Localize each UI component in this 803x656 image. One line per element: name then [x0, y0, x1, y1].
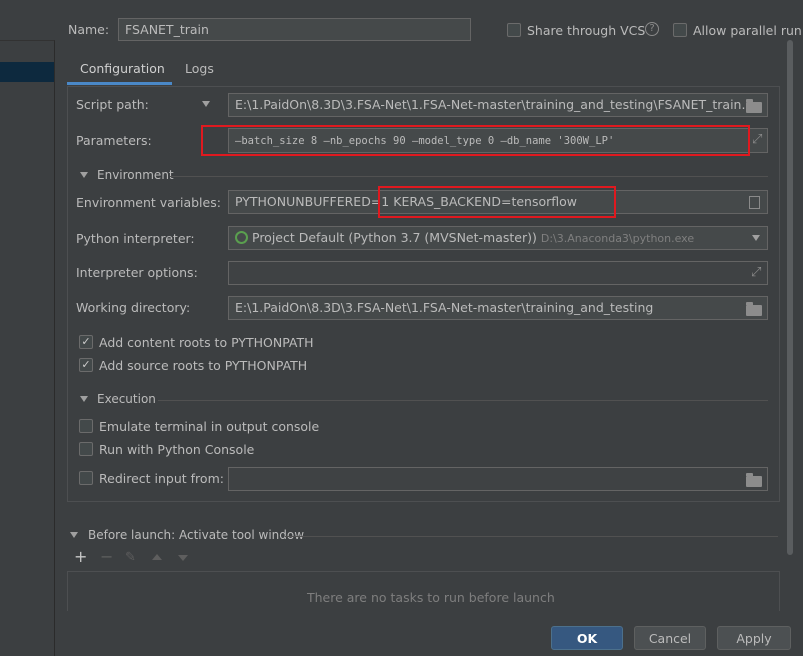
script-path-type-dropdown[interactable] — [202, 101, 210, 107]
apply-button[interactable]: Apply — [717, 626, 791, 650]
configurations-list[interactable] — [0, 40, 55, 656]
apply-button-label: Apply — [736, 630, 772, 646]
before-launch-title: Before launch: Activate tool window — [88, 528, 305, 542]
interpreter-dropdown-arrow[interactable] — [752, 235, 760, 241]
browse-folder-icon[interactable] — [746, 302, 762, 316]
tab-logs[interactable]: Logs — [176, 55, 226, 85]
browse-folder-icon[interactable] — [746, 99, 762, 113]
environment-collapse-toggle[interactable] — [80, 172, 88, 178]
tab-configuration-label: Configuration — [80, 61, 165, 76]
working-dir-label: Working directory: — [76, 300, 191, 315]
remove-task-icon[interactable]: − — [100, 549, 113, 565]
name-input[interactable]: FSANET_train — [118, 18, 471, 41]
script-path-label: Script path: — [76, 97, 149, 112]
add-task-icon[interactable]: + — [74, 549, 87, 565]
interpreter-label: Python interpreter: — [76, 231, 195, 246]
interpreter-options-input[interactable] — [228, 261, 768, 285]
ok-button[interactable]: OK — [551, 626, 623, 650]
edit-env-vars-icon[interactable] — [749, 196, 760, 209]
tab-logs-label: Logs — [185, 61, 214, 76]
add-content-roots-label: Add content roots to PYTHONPATH — [99, 335, 314, 350]
add-source-roots-label: Add source roots to PYTHONPATH — [99, 358, 308, 373]
emulate-terminal-label: Emulate terminal in output console — [99, 419, 320, 434]
selected-configuration-item[interactable] — [0, 62, 54, 82]
execution-collapse-toggle[interactable] — [80, 396, 88, 402]
expand-icon[interactable]: ⤢ — [751, 265, 761, 280]
add-content-roots-checkbox[interactable]: ✓ — [79, 335, 93, 349]
env-vars-label: Environment variables: — [76, 195, 221, 210]
interpreter-path: D:\3.Anaconda3\python.exe — [540, 232, 695, 245]
python-interpreter-icon — [235, 231, 248, 244]
interpreter-options-label: Interpreter options: — [76, 265, 198, 280]
edit-task-icon[interactable]: ✎ — [125, 550, 136, 566]
execution-section-title: Execution — [97, 392, 156, 406]
chevron-down-icon — [80, 396, 88, 402]
name-label: Name: — [68, 22, 110, 37]
redirect-input-checkbox[interactable] — [79, 471, 93, 485]
parameters-label: Parameters: — [76, 133, 152, 148]
run-python-console-label: Run with Python Console — [99, 442, 255, 457]
before-launch-empty-text: There are no tasks to run before launch — [307, 590, 555, 605]
parameters-highlight-box — [201, 125, 750, 156]
allow-parallel-checkbox[interactable] — [673, 23, 687, 37]
interpreter-select[interactable]: Project Default (Python 3.7 (MVSNet-mast… — [228, 226, 768, 250]
interpreter-value: Project Default (Python 3.7 (MVSNet-mast… — [252, 230, 537, 245]
chevron-down-icon — [80, 172, 88, 178]
share-vcs-checkbox[interactable] — [507, 23, 521, 37]
env-vars-highlight-box — [378, 186, 616, 218]
before-launch-separator — [285, 536, 778, 537]
script-path-input[interactable]: E:\1.PaidOn\8.3D\3.FSA-Net\1.FSA-Net-mas… — [228, 93, 768, 117]
redirect-input-label: Redirect input from: — [99, 471, 224, 486]
working-dir-value: E:\1.PaidOn\8.3D\3.FSA-Net\1.FSA-Net-mas… — [235, 300, 654, 315]
environment-section-title: Environment — [97, 168, 174, 182]
run-python-console-checkbox[interactable] — [79, 442, 93, 456]
working-dir-input[interactable]: E:\1.PaidOn\8.3D\3.FSA-Net\1.FSA-Net-mas… — [228, 296, 768, 320]
share-vcs-label: Share through VCS — [527, 23, 646, 38]
ok-button-label: OK — [576, 630, 598, 646]
move-down-icon[interactable] — [178, 555, 188, 561]
environment-separator — [170, 176, 768, 177]
scrollbar[interactable] — [787, 40, 793, 555]
browse-folder-icon[interactable] — [746, 473, 762, 487]
execution-separator — [158, 400, 768, 401]
expand-icon[interactable]: ⤢ — [752, 132, 762, 147]
env-vars-value-a: PYTHONUNBUFFERED=1 — [235, 194, 390, 209]
cancel-button[interactable]: Cancel — [634, 626, 706, 650]
move-up-icon[interactable] — [152, 554, 162, 560]
allow-parallel-label: Allow parallel run — [693, 23, 802, 38]
emulate-terminal-checkbox[interactable] — [79, 419, 93, 433]
script-path-value: E:\1.PaidOn\8.3D\3.FSA-Net\1.FSA-Net-mas… — [235, 97, 761, 112]
cancel-button-label: Cancel — [648, 630, 692, 646]
tab-configuration[interactable]: Configuration — [67, 55, 172, 85]
chevron-down-icon — [752, 235, 760, 241]
chevron-down-icon — [202, 101, 210, 107]
redirect-input-field[interactable] — [228, 467, 768, 491]
before-launch-collapse-toggle[interactable] — [70, 532, 78, 538]
help-icon[interactable]: ? — [645, 22, 659, 36]
chevron-down-icon — [70, 532, 78, 538]
add-source-roots-checkbox[interactable]: ✓ — [79, 358, 93, 372]
